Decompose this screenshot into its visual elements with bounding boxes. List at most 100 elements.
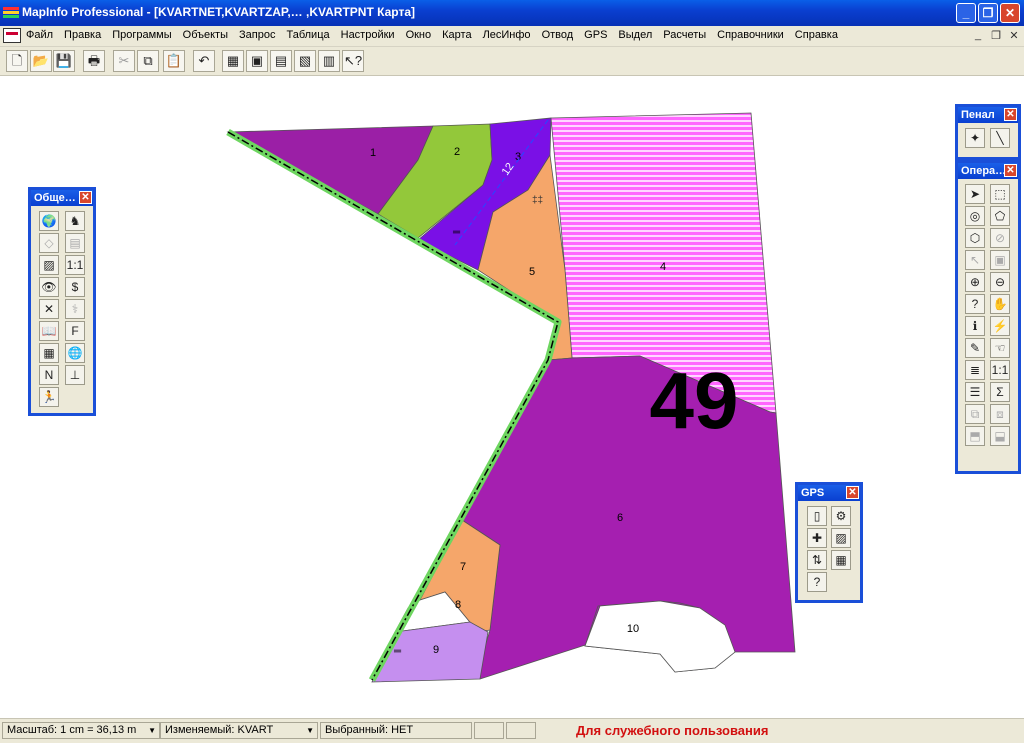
- runner-icon[interactable]: 🏃: [39, 387, 59, 407]
- gps-palette-close-button[interactable]: ✕: [846, 486, 859, 499]
- menu-8[interactable]: Карта: [442, 29, 471, 41]
- gps-add-icon[interactable]: ✚: [807, 528, 827, 548]
- menu-11[interactable]: GPS: [584, 29, 607, 41]
- book-icon[interactable]: 📖: [39, 321, 59, 341]
- dollar-icon[interactable]: $: [65, 277, 85, 297]
- gps-map-icon[interactable]: ▨: [831, 528, 851, 548]
- drawing-palette[interactable]: Пенал ✕ ✦ ╲: [955, 104, 1021, 160]
- map-edit-icon[interactable]: ▨: [39, 255, 59, 275]
- assign-icon[interactable]: ⧈: [990, 404, 1010, 424]
- print-icon[interactable]: 🖶: [83, 50, 105, 72]
- new-mapper-icon[interactable]: ▣: [246, 50, 268, 72]
- gps-track-icon[interactable]: ⇅: [807, 550, 827, 570]
- cut-icon[interactable]: ✂: [113, 50, 135, 72]
- menu-13[interactable]: Расчеты: [663, 29, 706, 41]
- general-palette-close-button[interactable]: ✕: [79, 191, 92, 204]
- statistics-icon[interactable]: Σ: [990, 382, 1010, 402]
- menu-14[interactable]: Справочники: [717, 29, 784, 41]
- menu-5[interactable]: Таблица: [286, 29, 329, 41]
- hotlink-icon[interactable]: ⚡: [990, 316, 1010, 336]
- layer-control-icon[interactable]: ≣: [965, 360, 985, 380]
- clip-region-icon[interactable]: ⬒: [965, 426, 985, 446]
- minimize-button[interactable]: _: [956, 3, 976, 23]
- undo-icon[interactable]: ↶: [193, 50, 215, 72]
- mdi-minimize-button[interactable]: _: [970, 29, 986, 43]
- clip-off-icon[interactable]: ⬓: [990, 426, 1010, 446]
- scale-status[interactable]: Масштаб: 1 cm = 36,13 m ▼: [2, 722, 160, 739]
- general-palette[interactable]: Обще… ✕ 🌍 ♞ ◇ ▤ ▨ 1:1 👁 $ ✕ ⚕ 📖 F ▦ 🌐 N ⊥ 🏃: [28, 187, 96, 416]
- menu-6[interactable]: Настройки: [341, 29, 395, 41]
- info-icon[interactable]: ℹ: [965, 316, 985, 336]
- menu-15[interactable]: Справка: [795, 29, 838, 41]
- redistrict-icon[interactable]: ⧉: [965, 404, 985, 424]
- new-redistrict-icon[interactable]: ▥: [318, 50, 340, 72]
- help-pointer-icon[interactable]: ↖?: [342, 50, 364, 72]
- close-button[interactable]: ✕: [1000, 3, 1020, 23]
- unselect-icon[interactable]: ⊘: [990, 228, 1010, 248]
- menu-1[interactable]: Правка: [64, 29, 101, 41]
- tools-icon[interactable]: ✕: [39, 299, 59, 319]
- new-grapher-icon[interactable]: ▤: [270, 50, 292, 72]
- table-dim-icon[interactable]: ▤: [65, 233, 85, 253]
- symbol-icon[interactable]: ✦: [965, 128, 985, 148]
- mdi-close-button[interactable]: ✕: [1006, 29, 1022, 43]
- menu-4[interactable]: Запрос: [239, 29, 275, 41]
- menu-9[interactable]: ЛесИнфо: [483, 29, 531, 41]
- polygon-select-icon[interactable]: ⬠: [990, 206, 1010, 226]
- graph-select-icon[interactable]: ↖: [965, 250, 985, 270]
- drag-window-icon[interactable]: ☜: [990, 338, 1010, 358]
- zoom-in-icon[interactable]: ⊕: [965, 272, 985, 292]
- paste-icon[interactable]: 📋: [163, 50, 185, 72]
- menu-12[interactable]: Выдел: [618, 29, 652, 41]
- boundary-select-icon[interactable]: ⬡: [965, 228, 985, 248]
- f-icon[interactable]: F: [65, 321, 85, 341]
- open-icon[interactable]: 📂: [30, 50, 52, 72]
- editable-layer-status[interactable]: Изменяемый: KVART ▼: [160, 722, 318, 739]
- gps-device-icon[interactable]: ▯: [807, 506, 827, 526]
- drawing-palette-close-button[interactable]: ✕: [1004, 108, 1017, 121]
- scale-icon[interactable]: 1:1: [65, 255, 85, 275]
- scale-dropdown-icon[interactable]: ▼: [148, 723, 156, 738]
- save-icon[interactable]: 💾: [53, 50, 75, 72]
- scalebar-icon[interactable]: ⊥: [65, 365, 85, 385]
- marquee-select-icon[interactable]: ⬚: [990, 184, 1010, 204]
- change-view-icon[interactable]: ?: [965, 294, 985, 314]
- select-layer-icon[interactable]: 🌍: [39, 211, 59, 231]
- menu-2[interactable]: Программы: [112, 29, 171, 41]
- menu-10[interactable]: Отвод: [542, 29, 574, 41]
- gps-query-icon[interactable]: ?: [807, 572, 827, 592]
- new-icon[interactable]: 🗋: [6, 50, 28, 72]
- copy-icon[interactable]: ⧉: [137, 50, 159, 72]
- globe-icon[interactable]: 🌐: [65, 343, 85, 363]
- diamond-icon[interactable]: ◇: [39, 233, 59, 253]
- gps-settings-icon[interactable]: ⚙: [831, 506, 851, 526]
- line-icon[interactable]: ╲: [990, 128, 1010, 148]
- map-window-icon[interactable]: ▦: [39, 343, 59, 363]
- menu-7[interactable]: Окно: [406, 29, 432, 41]
- zoom-out-icon[interactable]: ⊖: [990, 272, 1010, 292]
- eye-icon[interactable]: 👁: [39, 277, 59, 297]
- north-icon[interactable]: N: [39, 365, 59, 385]
- operations-palette-close-button[interactable]: ✕: [1004, 164, 1017, 177]
- map-window[interactable]: 1 2 345678910 12 ‡‡ ═ ═ 49: [0, 76, 1024, 718]
- select-arrow-icon[interactable]: ➤: [965, 184, 985, 204]
- mdi-restore-button[interactable]: ❐: [988, 29, 1004, 43]
- gps-palette[interactable]: GPS ✕ ▯ ⚙ ✚ ▨ ⇅ ▦?: [795, 482, 863, 603]
- operations-palette[interactable]: Опера… ✕ ➤ ⬚ ◎ ⬠ ⬡ ⊘ ↖ ▣ ⊕ ⊖? ✋ ℹ ⚡ ✎ ☜ ≣ 1:1 ☰ Σ ⧉ ⧈ ⬒ ⬓: [955, 160, 1021, 474]
- gps-table-icon[interactable]: ▦: [831, 550, 851, 570]
- menu-3[interactable]: Объекты: [183, 29, 228, 41]
- new-browser-icon[interactable]: ▦: [222, 50, 244, 72]
- document-window-icon[interactable]: [3, 28, 21, 43]
- legend-icon[interactable]: ☰: [965, 382, 985, 402]
- editable-dropdown-icon[interactable]: ▼: [306, 723, 314, 738]
- restore-button[interactable]: ❐: [978, 3, 998, 23]
- new-layout-icon[interactable]: ▧: [294, 50, 316, 72]
- label-icon[interactable]: ✎: [965, 338, 985, 358]
- radius-select-icon[interactable]: ◎: [965, 206, 985, 226]
- ruler-icon[interactable]: 1:1: [990, 360, 1010, 380]
- chess-icon[interactable]: ♞: [65, 211, 85, 231]
- menu-0[interactable]: Файл: [26, 29, 53, 41]
- grabber-hand-icon[interactable]: ✋: [990, 294, 1010, 314]
- layer-control-select-icon[interactable]: ▣: [990, 250, 1010, 270]
- caduceus-icon[interactable]: ⚕: [65, 299, 85, 319]
